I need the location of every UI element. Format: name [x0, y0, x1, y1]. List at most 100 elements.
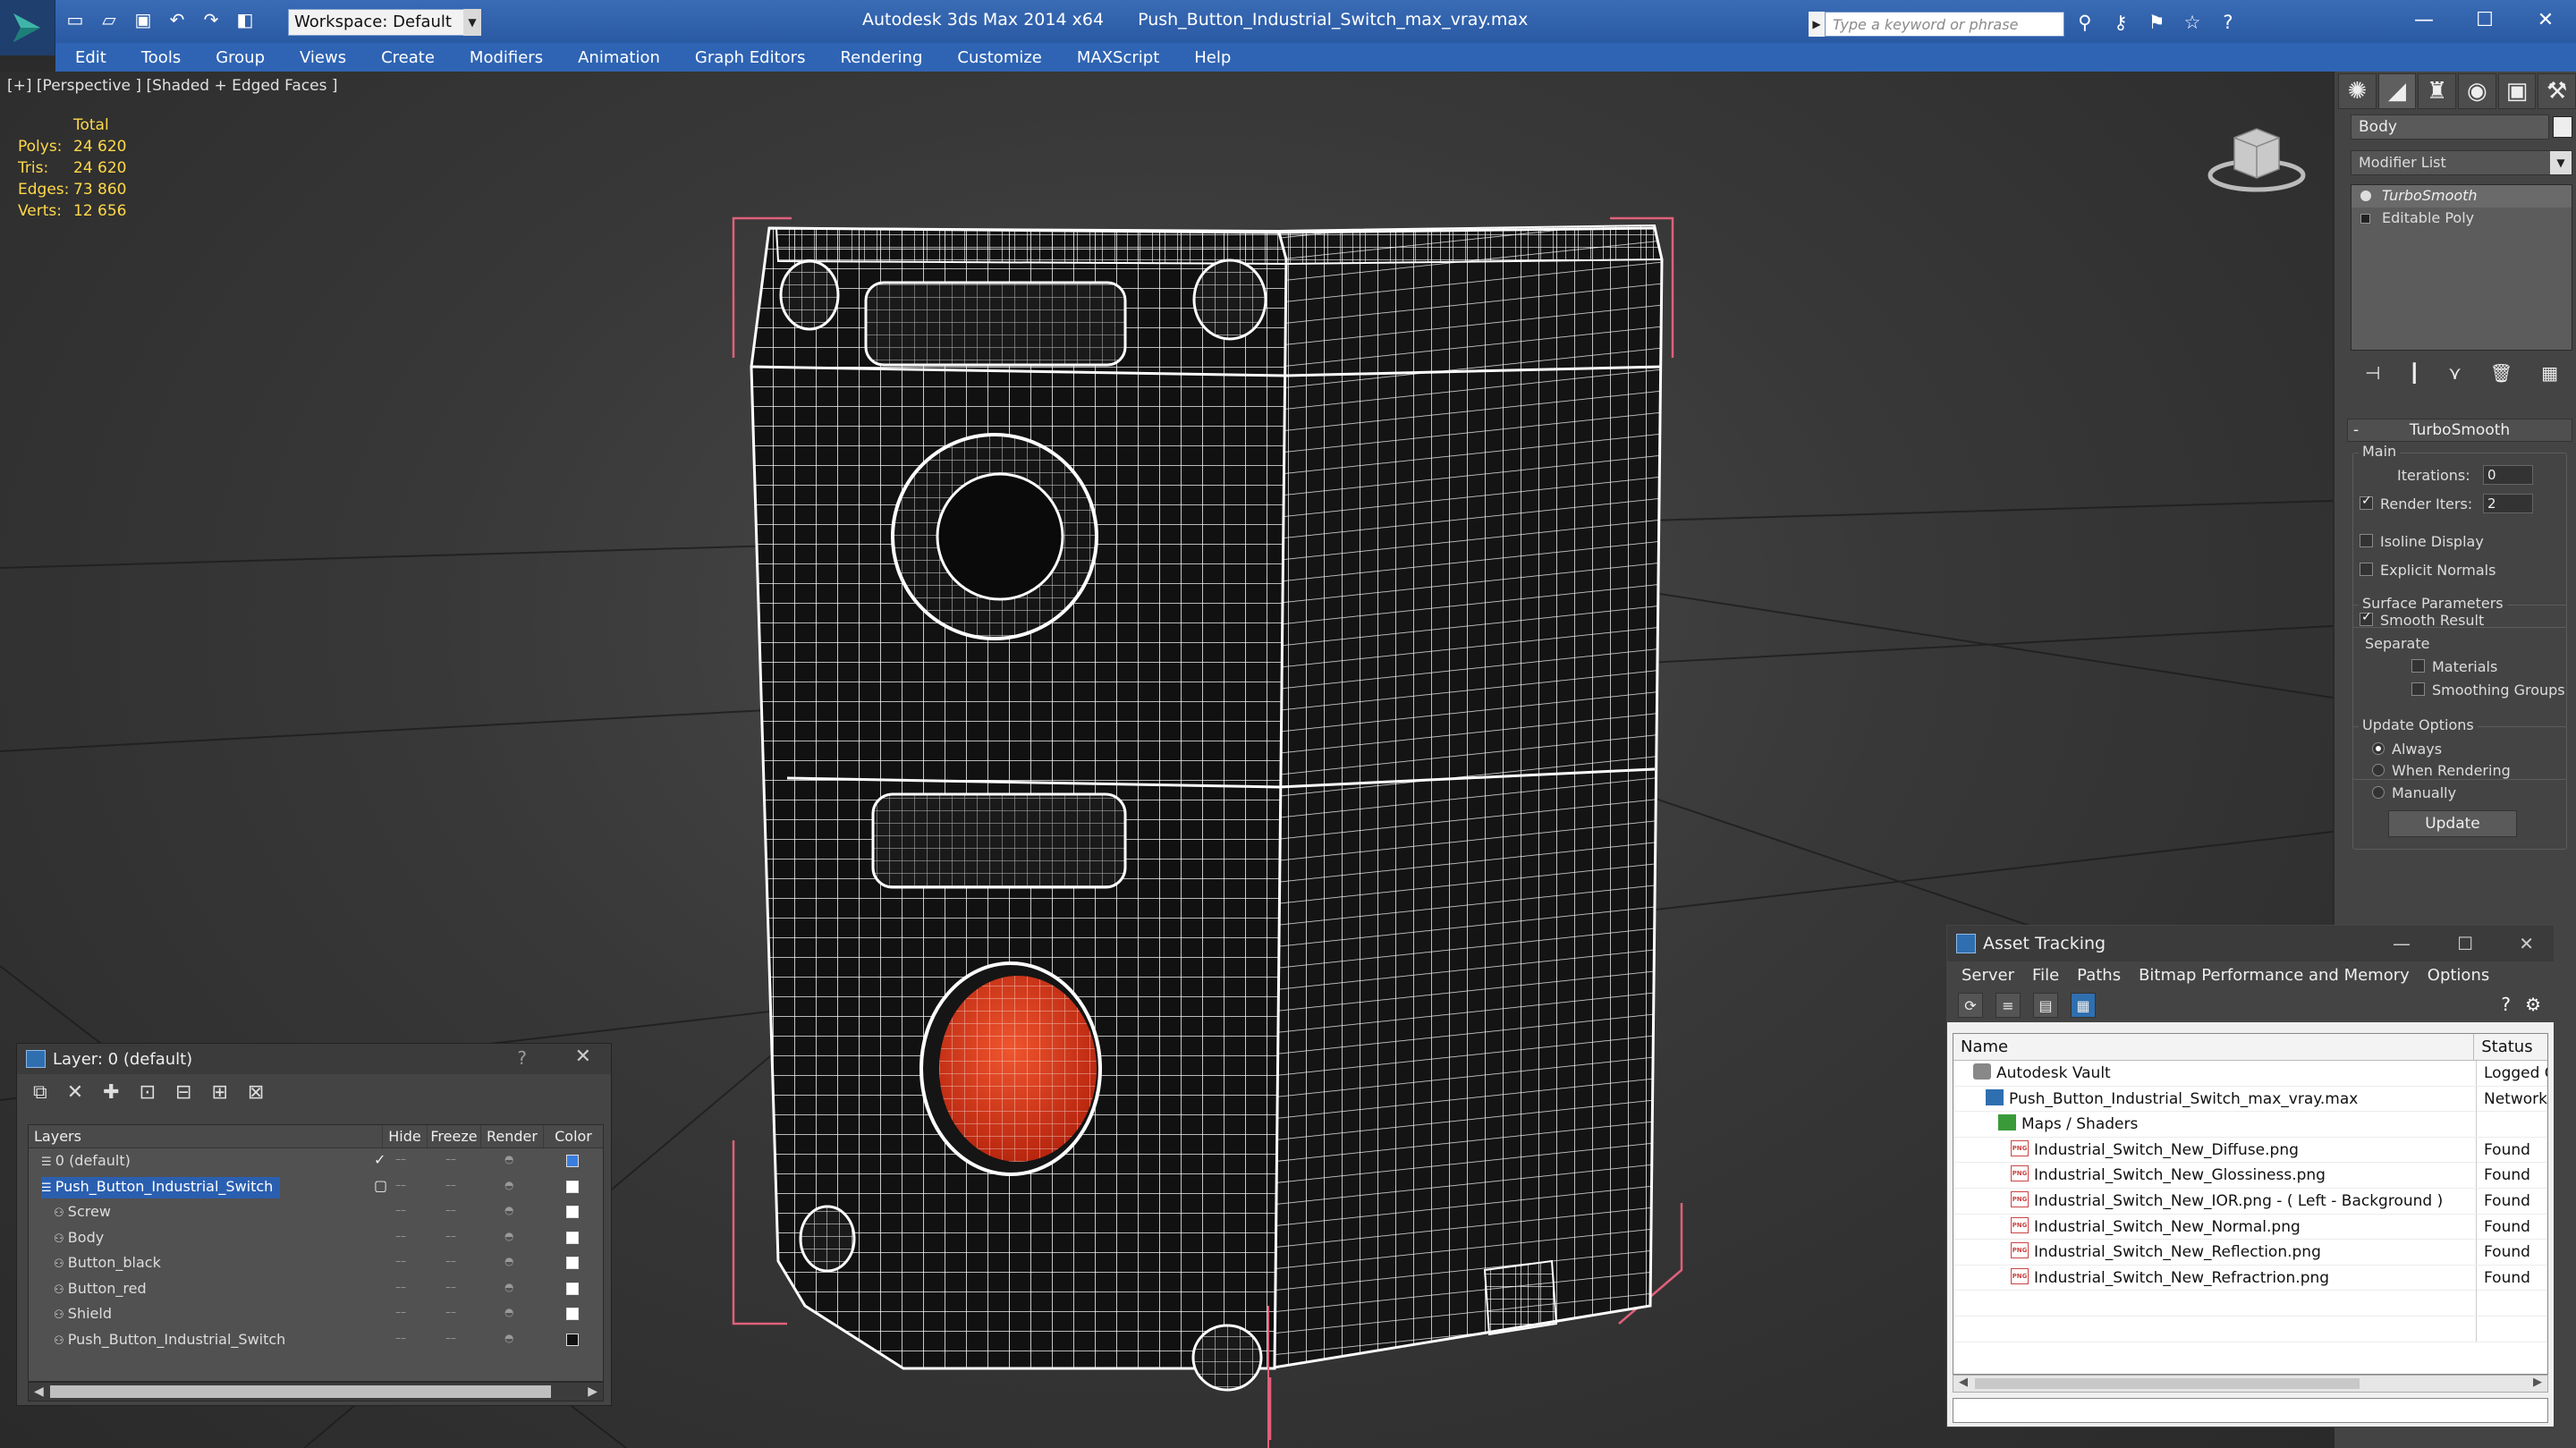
select-in-layer-icon[interactable]: ⊡ — [140, 1081, 156, 1104]
render-iters-checkbox[interactable] — [2360, 494, 2373, 510]
asset-menu-server[interactable]: Server — [1953, 966, 2023, 985]
materials-row[interactable]: Materials — [2411, 658, 2497, 675]
viewcube-icon[interactable] — [2207, 120, 2306, 200]
asset-row[interactable]: PNG Industrial_Switch_New_IOR.png - ( Lef… — [1953, 1188, 2547, 1215]
hide-toggle-icon[interactable]: –– — [395, 1332, 406, 1344]
column-freeze[interactable]: Freeze — [428, 1125, 481, 1147]
search-expand-icon[interactable]: ▶ — [1809, 12, 1825, 37]
menu-tools[interactable]: Tools — [122, 48, 196, 67]
motion-tab-icon[interactable]: ◉ — [2458, 73, 2496, 109]
freeze-toggle-icon[interactable]: –– — [445, 1255, 456, 1267]
redo-icon[interactable]: ↷ — [199, 7, 224, 32]
remove-modifier-icon[interactable]: 🗑 — [2490, 362, 2512, 384]
workspace-dropdown-button[interactable]: ▼ — [463, 9, 481, 36]
render-toggle-icon[interactable]: ◓ — [504, 1153, 513, 1165]
scrollbar-thumb[interactable] — [50, 1385, 551, 1398]
hide-toggle-icon[interactable]: –– — [395, 1153, 406, 1165]
help-icon[interactable]: ? — [2501, 994, 2511, 1015]
column-status[interactable]: Status — [2474, 1034, 2547, 1060]
show-end-result-icon[interactable]: ┃ — [2409, 362, 2419, 384]
stack-item-editable-poly[interactable]: Editable Poly — [2351, 207, 2572, 230]
layer-color-swatch[interactable] — [566, 1282, 579, 1295]
make-unique-icon[interactable]: ⋎ — [2448, 362, 2462, 384]
always-radio[interactable] — [2372, 741, 2385, 755]
column-layers[interactable]: Layers — [29, 1125, 383, 1147]
highlight-layer-icon[interactable]: ⊟ — [175, 1081, 191, 1104]
object-color-swatch[interactable] — [2553, 116, 2572, 138]
thumbnail-view-icon[interactable]: ▤ — [2033, 993, 2058, 1018]
layer-row[interactable]: ⚇ Screw –– –– ◓ — [29, 1199, 603, 1225]
layer-color-swatch[interactable] — [566, 1231, 579, 1244]
freeze-toggle-icon[interactable]: –– — [445, 1179, 456, 1191]
hide-toggle-icon[interactable]: –– — [395, 1281, 406, 1293]
key-icon[interactable]: ⚷ — [2109, 11, 2132, 34]
active-layer-check-icon[interactable]: ✓ — [374, 1151, 386, 1168]
scroll-right-icon[interactable]: ▶ — [2533, 1376, 2542, 1389]
add-to-layer-icon[interactable]: ✚ — [103, 1081, 119, 1104]
layer-color-swatch[interactable] — [566, 1308, 579, 1320]
asset-window-titlebar[interactable]: Asset Tracking — ☐ ✕ — [1947, 926, 2554, 961]
hide-toggle-icon[interactable]: –– — [395, 1306, 406, 1318]
turbosmooth-rollout-header[interactable]: - TurboSmooth — [2347, 419, 2572, 442]
render-toggle-icon[interactable]: ◓ — [504, 1306, 513, 1318]
help-icon[interactable]: ? — [2216, 11, 2240, 34]
layer-color-swatch[interactable] — [566, 1206, 579, 1218]
asset-row[interactable]: PNG Industrial_Switch_New_Glossiness.png F… — [1953, 1163, 2547, 1189]
freeze-all-layers-icon[interactable]: ⊠ — [248, 1081, 264, 1104]
layer-color-swatch[interactable] — [566, 1257, 579, 1269]
modifier-list-dropdown[interactable]: Modifier List ▼ — [2351, 150, 2572, 175]
update-when-rendering-row[interactable]: When Rendering — [2372, 762, 2511, 779]
app-menu-button[interactable] — [0, 0, 55, 55]
asset-row[interactable]: Push_Button_Industrial_Switch_max_vray.m… — [1953, 1086, 2547, 1113]
menu-modifiers[interactable]: Modifiers — [450, 48, 558, 67]
layer-row[interactable]: ☰ 0 (default) ✓ –– –– ◓ — [29, 1148, 603, 1174]
menu-maxscript[interactable]: MAXScript — [1057, 48, 1174, 67]
modify-tab-icon[interactable]: ◢ — [2377, 73, 2417, 109]
workspace-selector[interactable]: Workspace: Default ▼ — [288, 9, 480, 36]
hide-toggle-icon[interactable]: –– — [395, 1204, 406, 1216]
help-icon[interactable]: ? — [517, 1047, 527, 1069]
asset-row[interactable]: Autodesk Vault Logged O — [1953, 1061, 2547, 1087]
asset-menu-bitmap[interactable]: Bitmap Performance and Memory — [2130, 966, 2419, 985]
smooth-result-row[interactable]: Smooth Result — [2360, 610, 2484, 629]
configure-sets-icon[interactable]: ▦ — [2541, 362, 2558, 384]
render-toggle-icon[interactable]: ◓ — [504, 1281, 513, 1293]
column-color[interactable]: Color — [544, 1125, 603, 1147]
column-name[interactable]: Name — [1953, 1034, 2475, 1060]
render-iters-spinner[interactable]: 2 — [2483, 494, 2533, 513]
menu-help[interactable]: Help — [1174, 48, 1246, 67]
render-iters-row[interactable]: Render Iters: — [2360, 494, 2472, 512]
maximize-icon[interactable]: ☐ — [2457, 926, 2473, 961]
object-name-field[interactable]: Body — [2351, 114, 2549, 140]
menu-graph-editors[interactable]: Graph Editors — [675, 48, 821, 67]
manually-radio[interactable] — [2372, 785, 2385, 799]
minimize-icon[interactable]: — — [2393, 926, 2411, 961]
render-toggle-icon[interactable]: ◓ — [504, 1204, 513, 1216]
layer-window-titlebar[interactable]: Layer: 0 (default) ? ✕ — [17, 1044, 611, 1074]
smoothing-groups-row[interactable]: Smoothing Groups — [2411, 682, 2565, 699]
layer-color-swatch[interactable] — [566, 1333, 579, 1346]
menu-edit[interactable]: Edit — [55, 48, 122, 67]
table-view-icon[interactable]: ▦ — [2071, 993, 2096, 1018]
smooth-result-checkbox[interactable] — [2360, 610, 2373, 626]
hide-toggle-icon[interactable]: –– — [395, 1230, 406, 1242]
close-button[interactable]: ✕ — [2517, 0, 2574, 39]
materials-checkbox[interactable] — [2411, 659, 2425, 673]
scrollbar-thumb[interactable] — [1975, 1378, 2360, 1389]
menu-animation[interactable]: Animation — [558, 48, 675, 67]
new-file-icon[interactable]: ▭ — [63, 7, 88, 32]
project-folder-icon[interactable]: ◧ — [233, 7, 258, 32]
update-manually-row[interactable]: Manually — [2372, 784, 2456, 801]
menu-create[interactable]: Create — [361, 48, 450, 67]
utilities-tab-icon[interactable]: ⚒ — [2538, 73, 2576, 109]
update-always-row[interactable]: Always — [2372, 741, 2442, 758]
explicit-normals-checkbox[interactable] — [2360, 563, 2373, 576]
asset-row[interactable]: PNG Industrial_Switch_New_Refractrion.png… — [1953, 1265, 2547, 1291]
close-icon[interactable]: ✕ — [575, 1046, 591, 1068]
viewport-label[interactable]: [+] [Perspective ] [Shaded + Edged Faces… — [7, 77, 337, 95]
render-toggle-icon[interactable]: ◓ — [504, 1255, 513, 1267]
search-input[interactable]: Type a keyword or phrase — [1825, 12, 2064, 37]
column-hide[interactable]: Hide — [383, 1125, 428, 1147]
create-layer-icon[interactable]: ⧉ — [33, 1081, 47, 1104]
communication-center-icon[interactable]: ⚑ — [2145, 11, 2168, 34]
